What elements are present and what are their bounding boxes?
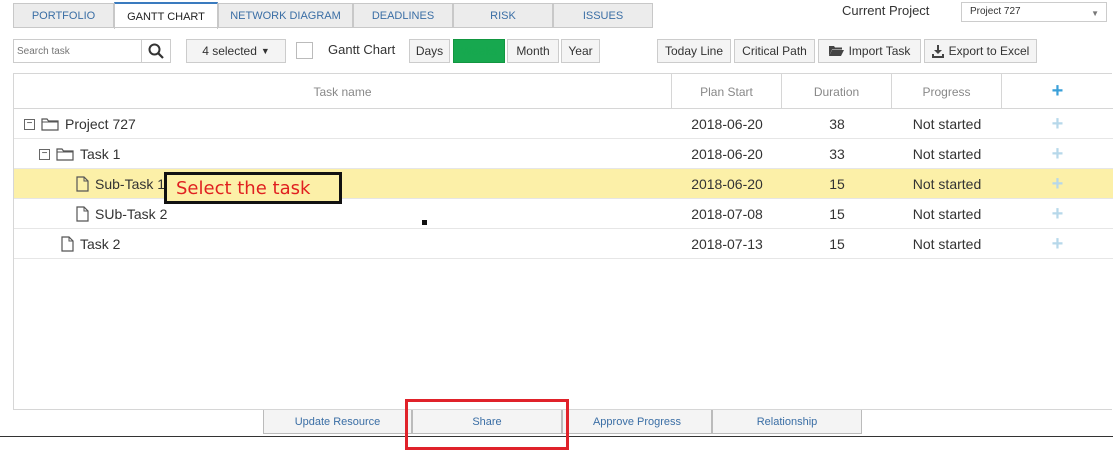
duration-cell: 33: [829, 146, 845, 162]
tab-issues[interactable]: ISSUES: [553, 3, 653, 28]
app-root: PORTFOLIO GANTT CHART NETWORK DIAGRAM DE…: [0, 0, 1113, 464]
caret-down-icon: ▼: [260, 46, 270, 56]
selected-count: 4 selected: [202, 44, 257, 58]
file-icon: [76, 176, 89, 192]
gantt-chart-label: Gantt Chart: [328, 42, 396, 57]
tab-portfolio[interactable]: PORTFOLIO: [13, 3, 114, 28]
progress-cell: Not started: [912, 236, 982, 252]
progress-cell: Not started: [912, 206, 982, 222]
approve-progress-tab[interactable]: Approve Progress: [562, 410, 712, 434]
task-name: Task 2: [80, 236, 121, 252]
progress-cell: Not started: [912, 146, 982, 162]
export-excel-button[interactable]: Export to Excel: [924, 39, 1037, 63]
import-task-button[interactable]: Import Task: [818, 39, 921, 63]
duration-cell: 15: [829, 176, 845, 192]
task-name: SUb-Task 2: [95, 206, 168, 222]
critical-path-button[interactable]: Critical Path: [734, 39, 815, 63]
current-project-value: Project 727: [970, 6, 1021, 17]
file-icon: [61, 236, 74, 252]
task-name-cell: Task 2: [61, 229, 120, 259]
gantt-chart-checkbox[interactable]: [296, 42, 313, 59]
tab-network-diagram[interactable]: NETWORK DIAGRAM: [218, 3, 353, 28]
progress-cell: Not started: [912, 116, 982, 132]
file-icon: [76, 206, 89, 222]
column-select-dropdown[interactable]: 4 selected ▼: [186, 39, 286, 63]
plus-icon: +: [1051, 202, 1064, 225]
task-name-cell: − Task 1: [39, 139, 120, 169]
annotation-callout: Select the task: [164, 172, 342, 204]
folder-open-icon: [828, 46, 844, 56]
cursor-dot: [422, 220, 427, 225]
plan-start-cell: 2018-06-20: [691, 146, 763, 162]
current-project-label: Current Project: [842, 3, 930, 18]
tab-deadlines[interactable]: DEADLINES: [353, 3, 453, 28]
task-name: Project 727: [65, 116, 136, 132]
relationship-tab[interactable]: Relationship: [712, 410, 862, 434]
header-plan-start[interactable]: Plan Start: [672, 74, 782, 109]
days-button[interactable]: Days: [409, 39, 450, 63]
plan-start-cell: 2018-06-20: [691, 116, 763, 132]
share-highlight-box: [405, 399, 569, 450]
table-row[interactable]: − Task 1 2018-06-20 33 Not started +: [14, 139, 1113, 169]
month-button[interactable]: Month: [507, 39, 559, 63]
header-duration[interactable]: Duration: [782, 74, 892, 109]
grid-header: Task name Plan Start Duration Progress +: [14, 74, 1113, 109]
tab-gantt-chart[interactable]: GANTT CHART: [114, 2, 218, 29]
duration-cell: 15: [829, 206, 845, 222]
duration-cell: 38: [829, 116, 845, 132]
add-row-button[interactable]: +: [1002, 229, 1113, 259]
folder-icon: [56, 148, 74, 161]
table-row[interactable]: − Project 727 2018-06-20 38 Not started …: [14, 109, 1113, 139]
add-column-button[interactable]: +: [1002, 74, 1113, 109]
plus-icon: +: [1051, 172, 1064, 195]
download-icon: [931, 44, 944, 58]
main-tabs: PORTFOLIO GANTT CHART NETWORK DIAGRAM DE…: [13, 2, 653, 29]
plan-start-cell: 2018-06-20: [691, 176, 763, 192]
tab-risk[interactable]: RISK: [453, 3, 553, 28]
plus-icon: +: [1051, 232, 1064, 255]
tabs-divider: [13, 27, 653, 28]
plan-start-cell: 2018-07-08: [691, 206, 763, 222]
search-input[interactable]: [13, 39, 142, 63]
weeks-button[interactable]: Weeks: [453, 39, 505, 63]
header-progress[interactable]: Progress: [892, 74, 1002, 109]
search-icon: [148, 43, 164, 59]
import-task-label: Import Task: [848, 44, 911, 58]
year-button[interactable]: Year: [561, 39, 600, 63]
plan-start-cell: 2018-07-13: [691, 236, 763, 252]
task-name-cell: − Project 727: [24, 109, 136, 139]
chevron-down-icon: ▼: [1091, 9, 1099, 18]
task-name: Task 1: [80, 146, 121, 162]
progress-cell: Not started: [912, 176, 982, 192]
collapse-toggle[interactable]: −: [24, 118, 35, 130]
table-row[interactable]: Task 2 2018-07-13 15 Not started +: [14, 229, 1113, 259]
plus-icon: +: [1051, 80, 1064, 102]
folder-icon: [41, 118, 59, 131]
collapse-toggle[interactable]: −: [39, 148, 50, 160]
add-row-button[interactable]: +: [1002, 199, 1113, 229]
current-project-select[interactable]: Project 727 ▼: [961, 2, 1107, 22]
duration-cell: 15: [829, 236, 845, 252]
plus-icon: +: [1051, 142, 1064, 165]
task-name: Sub-Task 1: [95, 176, 166, 192]
add-row-button[interactable]: +: [1002, 109, 1113, 139]
plus-icon: +: [1051, 112, 1064, 135]
header-task-name[interactable]: Task name: [14, 74, 672, 109]
task-name-cell: Sub-Task 1: [76, 169, 165, 199]
search-button[interactable]: [141, 39, 171, 63]
task-name-cell: SUb-Task 2: [76, 199, 167, 229]
update-resource-tab[interactable]: Update Resource: [263, 410, 412, 434]
task-grid: Task name Plan Start Duration Progress +…: [13, 73, 1113, 410]
export-excel-label: Export to Excel: [948, 44, 1030, 58]
today-line-button[interactable]: Today Line: [657, 39, 731, 63]
add-row-button[interactable]: +: [1002, 169, 1113, 199]
add-row-button[interactable]: +: [1002, 139, 1113, 169]
